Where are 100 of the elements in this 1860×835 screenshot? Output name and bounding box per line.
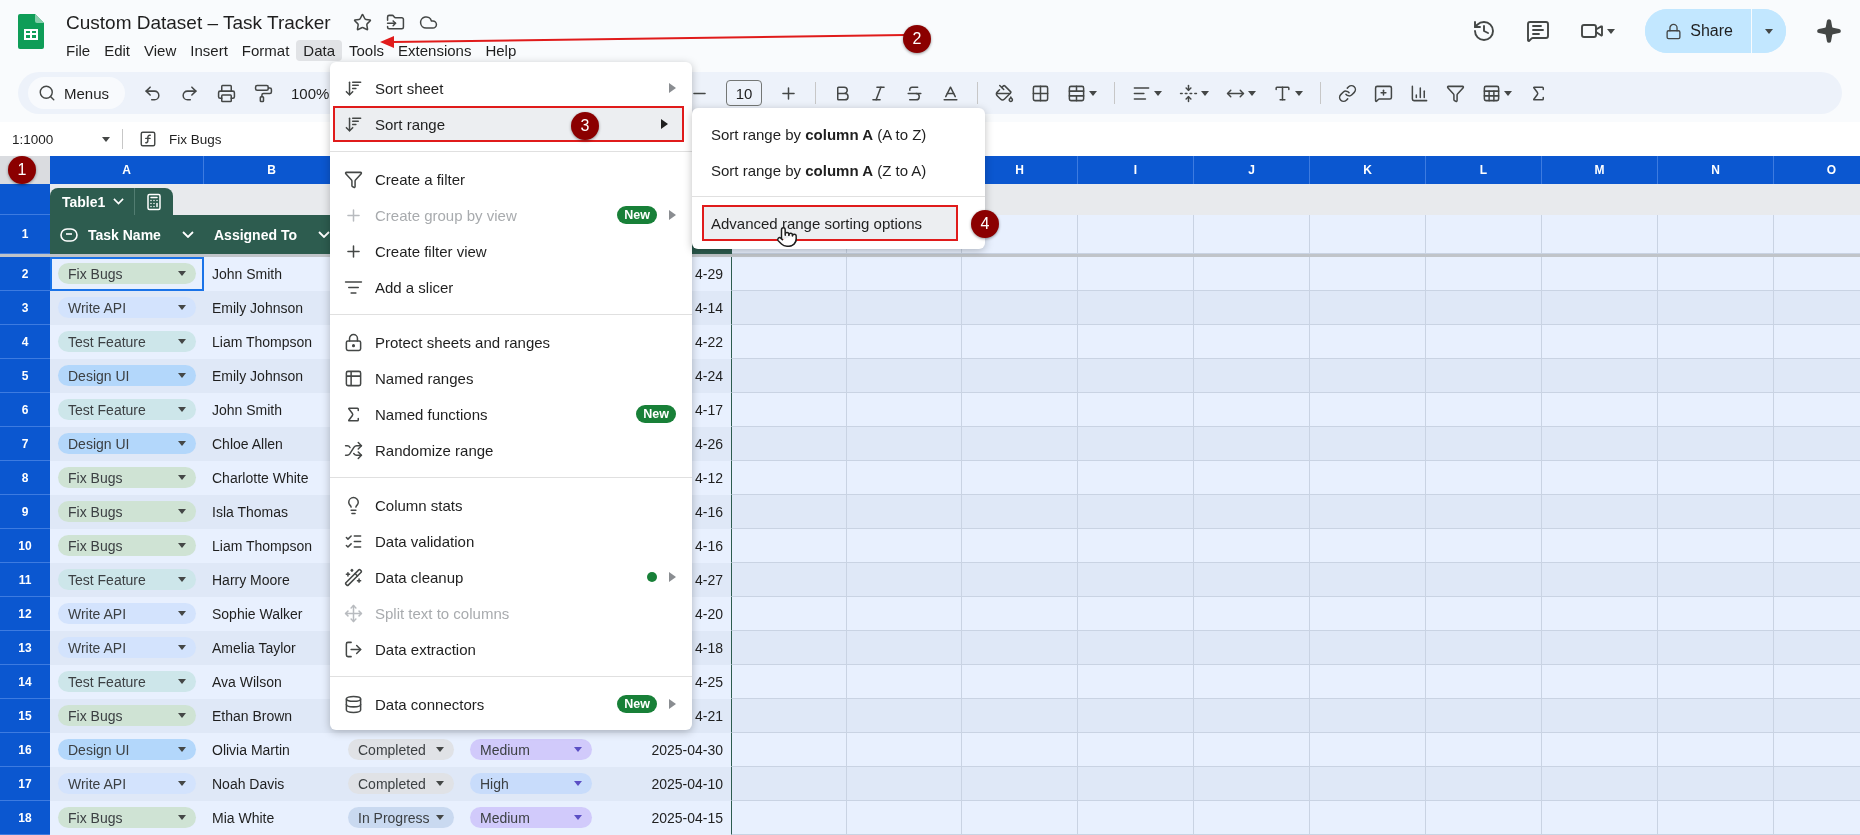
task-dropdown-chip[interactable]: Fix Bugs [58, 467, 196, 488]
empty-cell[interactable] [1194, 215, 1310, 254]
row-number[interactable]: 14 [0, 665, 50, 699]
row-number[interactable]: 18 [0, 801, 50, 835]
merge-cells-icon[interactable] [1067, 83, 1086, 103]
move-folder-icon[interactable] [385, 13, 405, 32]
row-number[interactable]: 4 [0, 325, 50, 359]
task-dropdown-chip[interactable]: Fix Bugs [58, 807, 196, 828]
column-heading[interactable]: Task Name [50, 215, 204, 254]
add-comment-icon[interactable] [1374, 83, 1393, 103]
star-icon[interactable] [352, 13, 372, 32]
menu-bar-item[interactable]: File [59, 39, 98, 61]
zoom-select[interactable]: 100% [291, 84, 330, 102]
row-number[interactable]: 6 [0, 393, 50, 427]
row-number[interactable]: 5 [0, 359, 50, 393]
text-color-icon[interactable] [941, 83, 960, 103]
link-icon[interactable] [1338, 83, 1357, 103]
share-button[interactable]: Share [1645, 9, 1752, 53]
task-dropdown-chip[interactable]: Write API [58, 297, 196, 318]
task-dropdown-chip[interactable]: Design UI [58, 365, 196, 386]
table-cell[interactable]: Design UI [50, 427, 204, 461]
task-dropdown-chip[interactable]: Fix Bugs [58, 263, 196, 284]
table-cell[interactable]: Fix Bugs [50, 461, 204, 495]
menu-bar-item[interactable]: Format [234, 39, 297, 61]
table-cell[interactable]: Test Feature [50, 563, 204, 597]
row-number[interactable]: 11 [0, 563, 50, 597]
priority-dropdown-chip[interactable]: Medium [470, 807, 592, 828]
menu-item[interactable]: Sort sheet [330, 70, 692, 106]
task-dropdown-chip[interactable]: Fix Bugs [58, 501, 196, 522]
table-name-tab[interactable]: Table1 [50, 188, 135, 215]
spreadsheet-logo-icon[interactable] [18, 13, 44, 49]
task-dropdown-chip[interactable]: Write API [58, 773, 196, 794]
table-cell[interactable]: Fix Bugs [50, 801, 204, 835]
task-dropdown-chip[interactable]: Test Feature [58, 569, 196, 590]
empty-cell[interactable] [1658, 215, 1774, 254]
menu-item[interactable]: Advanced range sorting options [702, 205, 958, 241]
italic-icon[interactable] [869, 83, 888, 103]
menu-bar-item[interactable]: Extensions [391, 39, 479, 61]
menu-bar-item[interactable]: Insert [183, 39, 235, 61]
status-dropdown-chip[interactable]: Completed [348, 739, 454, 760]
empty-cell[interactable] [1542, 215, 1658, 254]
row-number[interactable]: 8 [0, 461, 50, 495]
task-dropdown-chip[interactable]: Fix Bugs [58, 705, 196, 726]
task-dropdown-chip[interactable]: Test Feature [58, 331, 196, 352]
calculator-icon-button[interactable] [134, 188, 174, 215]
task-dropdown-chip[interactable]: Fix Bugs [58, 535, 196, 556]
status-dropdown-chip[interactable]: In Progress [348, 807, 454, 828]
table-cell[interactable]: Fix Bugs [50, 495, 204, 529]
row-number[interactable]: 15 [0, 699, 50, 733]
table-cell[interactable]: Fix Bugs [50, 529, 204, 563]
priority-dropdown-chip[interactable]: High [470, 773, 592, 794]
strikethrough-icon[interactable] [905, 83, 924, 103]
table-cell[interactable]: Write API [50, 767, 204, 801]
cloud-icon[interactable] [418, 13, 438, 32]
search-menus-button[interactable]: Menus [28, 77, 126, 109]
menu-bar-item[interactable]: Edit [97, 39, 138, 61]
table-cell[interactable]: Test Feature [50, 665, 204, 699]
print-icon[interactable] [217, 83, 237, 103]
row-number[interactable]: 13 [0, 631, 50, 665]
menu-item[interactable]: Sort range by column A (A to Z) [702, 116, 958, 152]
task-dropdown-chip[interactable]: Write API [58, 637, 196, 658]
menu-bar-item[interactable]: View [137, 39, 184, 61]
row-number[interactable]: 17 [0, 767, 50, 801]
chart-icon[interactable] [1410, 83, 1429, 103]
menu-bar-item[interactable]: Data [296, 39, 342, 61]
priority-dropdown-chip[interactable]: Medium [470, 739, 592, 760]
task-dropdown-chip[interactable]: Design UI [58, 739, 196, 760]
text-rotation-icon[interactable] [1273, 83, 1292, 103]
row-number[interactable]: 9 [0, 495, 50, 529]
table-cell[interactable]: Write API [50, 597, 204, 631]
table-cell[interactable]: Design UI [50, 359, 204, 393]
row-number[interactable]: 7 [0, 427, 50, 461]
task-dropdown-chip[interactable]: Test Feature [58, 671, 196, 692]
empty-cell[interactable] [1310, 215, 1426, 254]
task-dropdown-chip[interactable]: Design UI [58, 433, 196, 454]
formula-value[interactable]: Fix Bugs [169, 131, 222, 147]
sparkle-icon[interactable] [1816, 18, 1842, 44]
name-box[interactable]: 1:1000 [12, 131, 90, 147]
row-number[interactable]: 3 [0, 291, 50, 325]
empty-cell[interactable] [1426, 215, 1542, 254]
menu-bar-item[interactable]: Tools [342, 39, 392, 61]
row-number[interactable]: 16 [0, 733, 50, 767]
row-number[interactable]: 1 [0, 215, 50, 254]
document-title[interactable]: Custom Dataset – Task Tracker [66, 11, 331, 34]
row-number[interactable]: 2 [0, 257, 50, 291]
vertical-align-icon[interactable] [1179, 83, 1198, 103]
fill-color-icon[interactable] [995, 83, 1014, 103]
font-size-field[interactable]: 10 [726, 80, 762, 106]
table-cell[interactable]: Write API [50, 291, 204, 325]
menu-item[interactable]: Sort range by column A (Z to A) [702, 152, 958, 188]
row-number[interactable]: 10 [0, 529, 50, 563]
table-cell[interactable]: Test Feature [50, 393, 204, 427]
table-cell[interactable]: Design UI [50, 733, 204, 767]
table-cell[interactable]: Test Feature [50, 325, 204, 359]
row-number[interactable]: 12 [0, 597, 50, 631]
filter-icon[interactable] [1446, 83, 1465, 103]
comment-icon[interactable] [1526, 19, 1551, 43]
paint-format-icon[interactable] [254, 83, 274, 103]
table-cell[interactable]: Fix Bugs [50, 257, 204, 291]
menu-bar-item[interactable]: Help [478, 39, 524, 61]
